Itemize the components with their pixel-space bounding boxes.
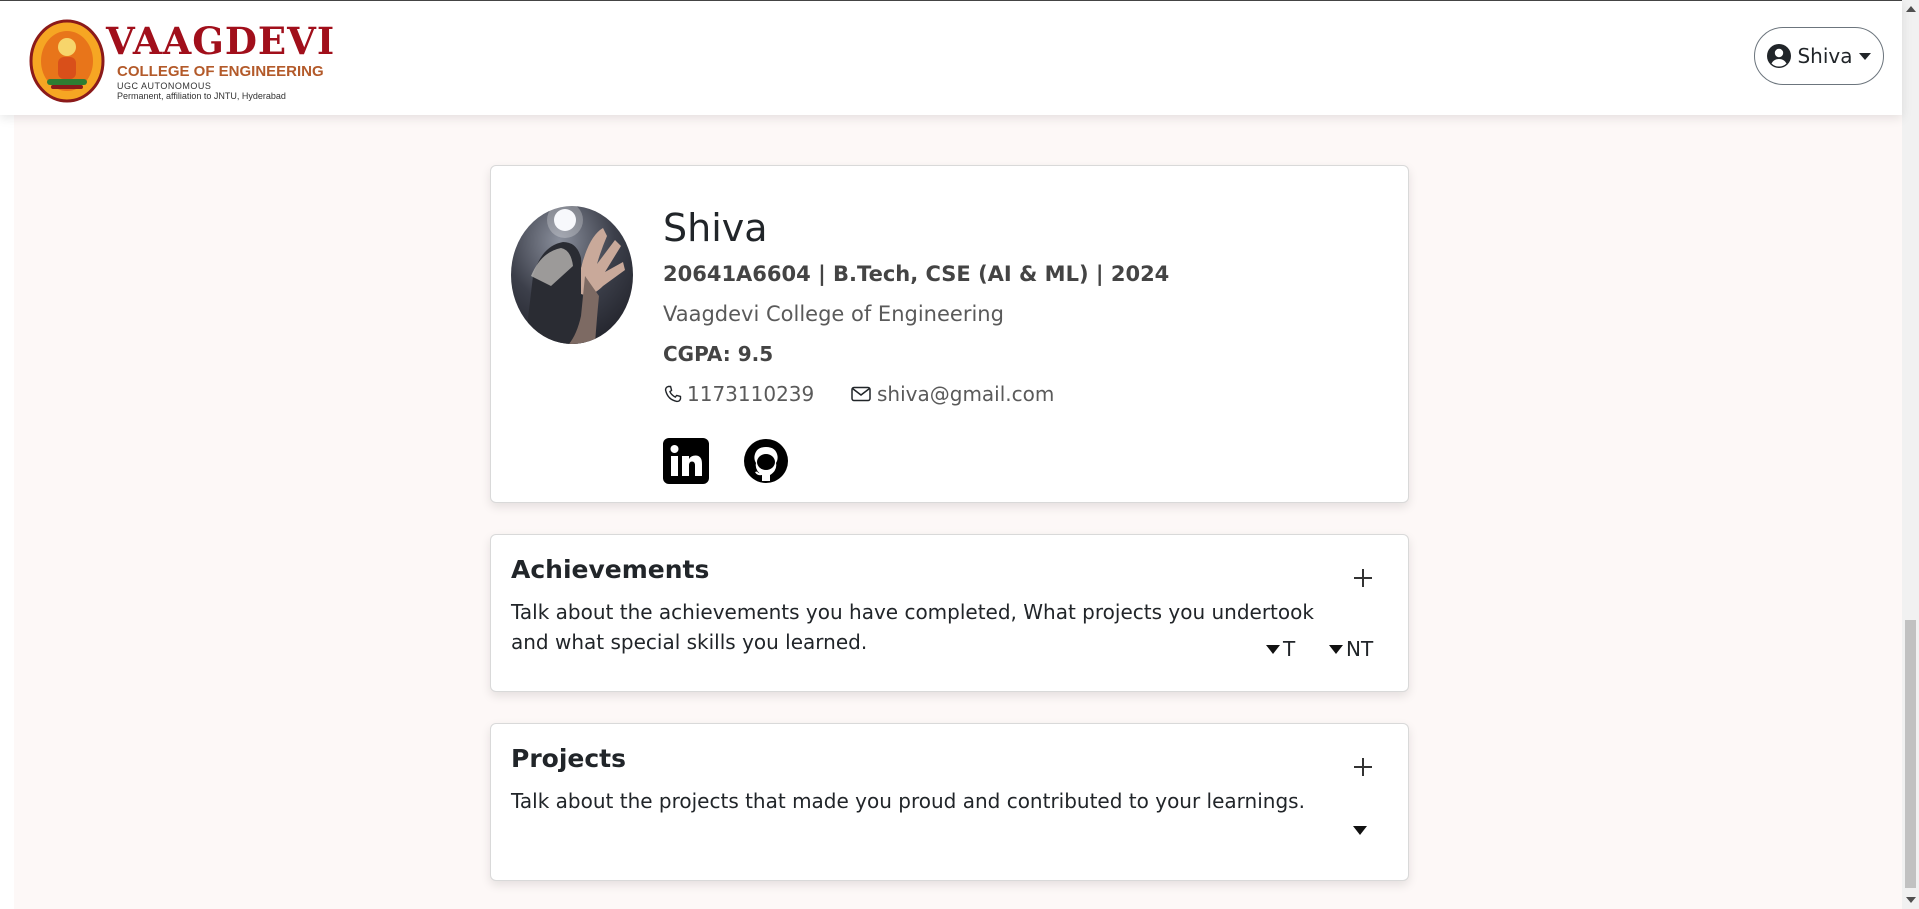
filter-nt-button[interactable]: NT xyxy=(1329,637,1373,661)
profile-meta: 20641A6604 | B.Tech, CSE (AI & ML) | 202… xyxy=(663,262,1170,286)
email-address: shiva@gmail.com xyxy=(877,382,1055,406)
github-link[interactable] xyxy=(743,438,789,484)
filter-nt-label: NT xyxy=(1346,637,1374,661)
profile-cgpa: CGPA: 9.5 xyxy=(663,342,774,366)
envelope-icon xyxy=(851,386,871,402)
caret-down-icon xyxy=(1266,644,1280,654)
college-seal-icon xyxy=(29,19,105,103)
profile-name: Shiva xyxy=(663,206,768,250)
person-circle-icon xyxy=(1767,44,1792,68)
github-icon xyxy=(744,439,788,483)
add-project-button[interactable] xyxy=(1351,755,1375,779)
scroll-up-arrow-icon[interactable] xyxy=(1906,6,1916,12)
user-menu-label: Shiva xyxy=(1797,44,1853,68)
caret-down-icon xyxy=(1353,826,1367,835)
filter-t-label: T xyxy=(1283,637,1296,661)
page-left-gutter xyxy=(0,115,14,909)
page-scrollbar[interactable] xyxy=(1902,0,1919,909)
logo-title: VAAGDEVI xyxy=(106,19,336,63)
filter-t-button[interactable]: T xyxy=(1266,637,1295,661)
profile-email[interactable]: shiva@gmail.com xyxy=(851,382,1054,406)
projects-description: Talk about the projects that made you pr… xyxy=(511,789,1305,813)
profile-card: Shiva 20641A6604 | B.Tech, CSE (AI & ML)… xyxy=(490,165,1409,503)
projects-expand-button[interactable] xyxy=(1353,826,1367,835)
linkedin-link[interactable] xyxy=(663,438,709,484)
profile-phone[interactable]: 1173110239 xyxy=(663,382,814,406)
phone-icon xyxy=(664,385,682,403)
achievements-card: Achievements Talk about the achievements… xyxy=(490,534,1409,692)
achievements-description: Talk about the achievements you have com… xyxy=(511,600,1314,654)
phone-number: 1173110239 xyxy=(687,382,815,406)
avatar-image xyxy=(511,206,633,344)
achievements-title: Achievements xyxy=(511,555,710,584)
user-menu-button[interactable]: Shiva xyxy=(1754,27,1884,85)
logo-affiliation: Permanent, affiliation to JNTU, Hyderaba… xyxy=(117,91,286,101)
top-navbar: VAAGDEVI COLLEGE OF ENGINEERING UGC AUTO… xyxy=(0,0,1902,115)
scroll-down-arrow-icon[interactable] xyxy=(1906,897,1916,903)
chevron-down-icon xyxy=(1858,52,1871,60)
avatar xyxy=(511,206,633,344)
linkedin-icon xyxy=(663,438,709,484)
profile-college: Vaagdevi College of Engineering xyxy=(663,302,1004,326)
add-achievement-button[interactable] xyxy=(1351,566,1375,590)
scrollbar-thumb[interactable] xyxy=(1905,620,1916,888)
caret-down-icon xyxy=(1329,644,1343,654)
projects-card: Projects Talk about the projects that ma… xyxy=(490,723,1409,881)
projects-title: Projects xyxy=(511,744,627,773)
logo-subtitle: COLLEGE OF ENGINEERING xyxy=(117,63,324,80)
logo-autonomous: UGC AUTONOMOUS xyxy=(117,81,212,91)
